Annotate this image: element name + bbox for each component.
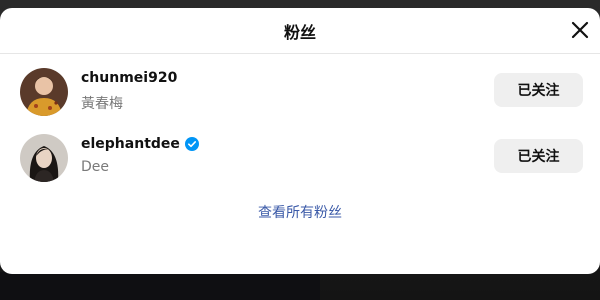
list-item: chunmei920 黃春梅 已关注: [0, 60, 600, 126]
close-button[interactable]: [566, 16, 594, 44]
avatar[interactable]: [20, 68, 68, 116]
username-line: elephantdee: [81, 136, 199, 152]
follower-fullname: 黃春梅: [81, 96, 123, 112]
avatar[interactable]: [20, 134, 68, 182]
followers-dialog: 粉丝 chunmei920 黃春梅 已关注 elephantdee Dee 已关…: [0, 8, 600, 274]
verified-badge-icon: [184, 137, 199, 151]
follower-username[interactable]: elephantdee: [81, 136, 180, 152]
close-icon: [571, 21, 589, 39]
dialog-header: 粉丝: [0, 8, 600, 54]
followers-list: chunmei920 黃春梅 已关注 elephantdee Dee 已关注: [0, 54, 600, 192]
following-button[interactable]: 已关注: [494, 139, 583, 173]
list-item: elephantdee Dee 已关注: [0, 126, 600, 192]
username-line: chunmei920: [81, 70, 177, 86]
dialog-title: 粉丝: [283, 22, 316, 42]
see-all-followers-link[interactable]: 查看所有粉丝: [258, 205, 342, 221]
following-button[interactable]: 已关注: [494, 73, 583, 107]
see-all-container: 查看所有粉丝: [0, 202, 600, 222]
follower-username[interactable]: chunmei920: [81, 70, 177, 86]
follower-fullname: Dee: [81, 159, 110, 175]
